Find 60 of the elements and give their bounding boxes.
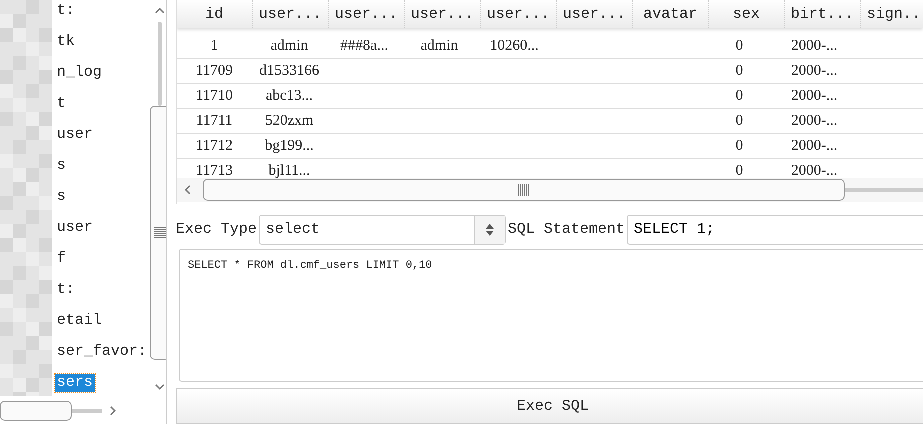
column-header[interactable]: sex xyxy=(708,0,784,28)
table-cell-text: 0 xyxy=(734,162,744,178)
table-cell-text: 10260... xyxy=(489,36,540,56)
tree-item[interactable]: user xyxy=(55,126,96,144)
scrollbar-thumb[interactable] xyxy=(0,401,72,421)
table-cell-text: 2000-... xyxy=(790,62,839,80)
column-header[interactable]: id xyxy=(177,0,252,28)
tree-item[interactable]: ser_favor: xyxy=(55,343,150,361)
field-label: Exec Type xyxy=(176,221,258,238)
table-cell-text: 11709 xyxy=(195,62,234,80)
table-cell-text: admin xyxy=(420,36,460,56)
column-header[interactable]: user... xyxy=(252,0,328,28)
column-header[interactable]: user... xyxy=(328,0,404,28)
table-cell-text: admin xyxy=(270,36,310,56)
exec-sql-button[interactable]: Exec SQL xyxy=(176,388,923,424)
table-cell-text: 0 xyxy=(734,62,744,80)
tree-item[interactable]: f xyxy=(55,250,68,268)
table-cell-text: 11712 xyxy=(195,136,234,156)
tree-item[interactable]: sers xyxy=(55,374,96,392)
tree-item[interactable]: etail xyxy=(55,312,104,330)
table-cell-text: d1533166 xyxy=(258,62,320,80)
column-header[interactable]: sign... xyxy=(860,0,923,28)
tree-item[interactable]: n_log xyxy=(55,64,104,82)
tree-item[interactable]: t xyxy=(55,95,68,113)
field-label: SQL Statement xyxy=(508,221,626,238)
tree-item[interactable]: t: xyxy=(55,281,78,299)
query-editor[interactable]: SELECT * FROM dl.cmf_users LIMIT 0,10 xyxy=(179,249,923,382)
table-cell-text: abc13... xyxy=(264,86,314,106)
table-cell-text: 11710 xyxy=(195,86,234,106)
table-cell-text: 11713 xyxy=(195,162,234,178)
table-cell-text: 0 xyxy=(734,136,744,156)
table-cell-text: 0 xyxy=(734,36,744,56)
column-header[interactable]: user... xyxy=(480,0,556,28)
spinner-arrows-icon xyxy=(486,224,494,236)
table-cell-text: 2000-... xyxy=(790,136,839,156)
exec-type-dropdown[interactable]: select xyxy=(259,214,506,245)
scrollbar-thumb[interactable] xyxy=(203,179,845,201)
tree-item[interactable]: user xyxy=(55,219,96,237)
table-cell-text: bjl11... xyxy=(268,162,312,178)
table-cell-text: 0 xyxy=(734,112,744,130)
table-cell-text: 0 xyxy=(734,86,744,106)
table-cell-text: 2000-... xyxy=(790,36,839,56)
table-cell-text: 1 xyxy=(210,36,220,56)
table-cell-text: 520zxm xyxy=(264,112,315,130)
sql-statement-field[interactable]: SELECT 1; xyxy=(627,214,923,245)
tree-item[interactable]: s xyxy=(55,188,68,206)
tree-item[interactable]: s xyxy=(55,157,68,175)
tree-item[interactable]: tk xyxy=(55,33,78,51)
column-header[interactable]: birt... xyxy=(784,0,860,28)
column-header[interactable]: user... xyxy=(556,0,632,28)
table-cell-text: 2000-... xyxy=(790,86,839,106)
table-cell-text: 2000-... xyxy=(790,162,839,178)
table-cell-text: bg199... xyxy=(264,136,315,156)
table-cell-text: ###8a... xyxy=(340,36,390,56)
table-cell-text: 2000-... xyxy=(790,112,839,130)
tree-item[interactable]: t: xyxy=(55,2,78,20)
scrollbar-thumb[interactable] xyxy=(150,106,166,360)
table-cell-text: 11711 xyxy=(195,112,234,130)
column-header[interactable]: user... xyxy=(404,0,480,28)
column-header[interactable]: avatar xyxy=(632,0,708,28)
